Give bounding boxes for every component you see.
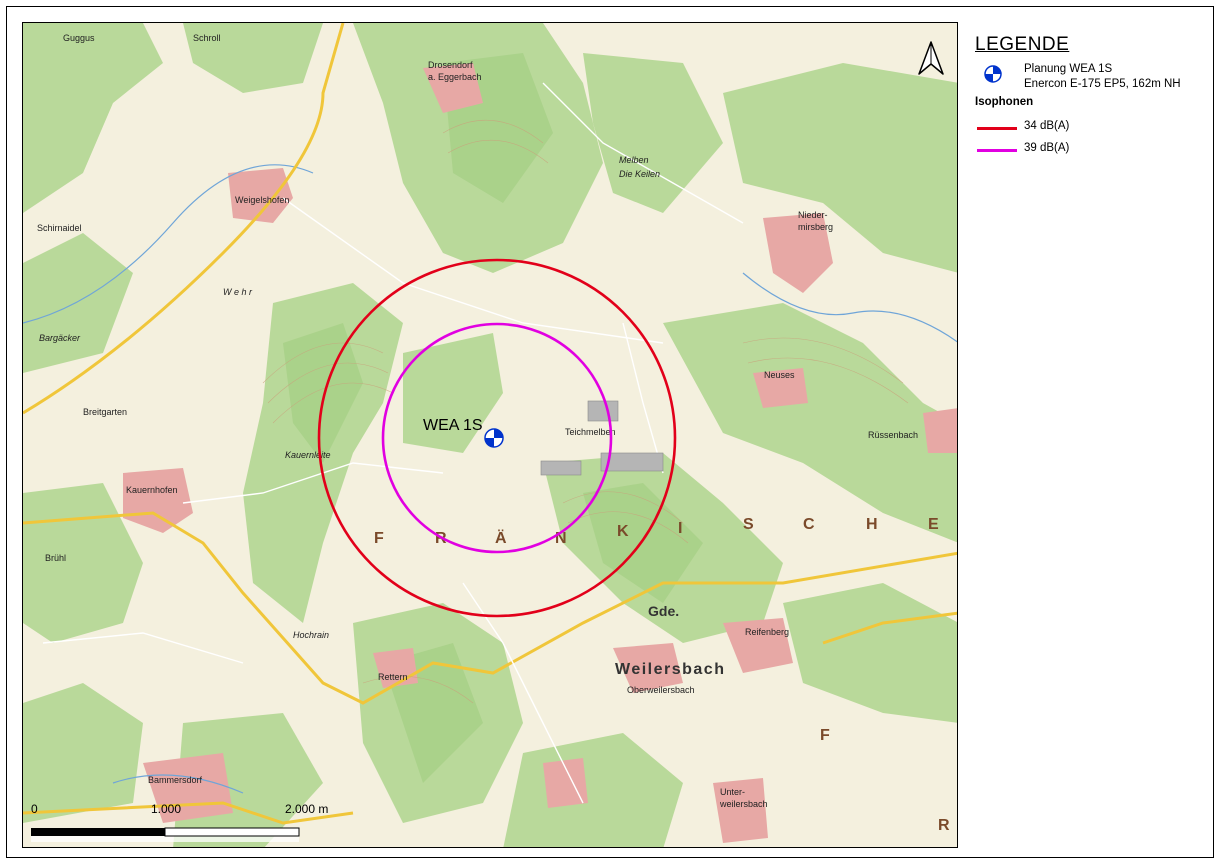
legend-item-34-dba: 34 dB(A): [975, 120, 1210, 136]
place-russenbach: Rüssenbach: [868, 430, 918, 440]
isophone-39-line-icon: [977, 149, 1017, 152]
place-bruehl: Brühl: [45, 553, 66, 563]
place-schroll: Schroll: [193, 33, 221, 43]
place-drosendorf: Drosendorf: [428, 60, 473, 70]
region-letter: K: [617, 523, 629, 540]
region-letter: F: [820, 727, 830, 744]
place-weigelshofen: Weigelshofen: [235, 195, 289, 205]
topographic-map[interactable]: Weigelshofen Kauernhofen Nieder- mirsber…: [23, 23, 958, 848]
place-unterweilersbach-1: Unter-: [720, 787, 745, 797]
scale-label-0: 0: [31, 802, 38, 816]
legend-item-39-dba: 39 dB(A): [975, 142, 1210, 158]
place-rettern: Rettern: [378, 672, 408, 682]
region-letter: S: [743, 516, 754, 533]
region-letter: F: [374, 530, 384, 547]
place-breitgarten: Breitgarten: [83, 407, 127, 417]
region-letter: H: [866, 516, 878, 533]
region-letter: I: [678, 520, 682, 537]
legend-item-wea: Planung WEA 1S Enercon E-175 EP5, 162m N…: [975, 62, 1210, 96]
legend-isophones-heading: Isophonen: [975, 96, 1034, 108]
place-reifenberg: Reifenberg: [745, 627, 789, 637]
place-bargaecker: Bargäcker: [39, 333, 81, 343]
isophone-34-line-icon: [977, 127, 1017, 130]
region-letter: Ä: [495, 529, 507, 547]
place-guggus: Guggus: [63, 33, 95, 43]
place-neuses: Neuses: [764, 370, 795, 380]
region-letter: E: [928, 516, 939, 533]
place-niedermirsberg-2: mirsberg: [798, 222, 833, 232]
legend-title: LEGENDE: [975, 34, 1070, 55]
place-hochrain: Hochrain: [293, 630, 329, 640]
turbine-label: WEA 1S: [423, 417, 483, 434]
legend-39-dba-label: 39 dB(A): [1024, 142, 1070, 154]
legend-wea-label: Planung WEA 1S: [1024, 63, 1113, 75]
place-kauernleite: Kauernleite: [285, 450, 331, 460]
legend-34-dba-label: 34 dB(A): [1024, 120, 1070, 132]
region-letter: R: [938, 817, 950, 834]
north-arrow-icon: [918, 41, 944, 75]
legend-wea-model: Enercon E-175 EP5, 162m NH: [1024, 78, 1181, 90]
place-schirnaidel: Schirnaidel: [37, 223, 82, 233]
label-gde: Gde.: [648, 603, 679, 619]
wind-turbine-icon: [984, 65, 1002, 83]
place-unterweilersbach-2: weilersbach: [719, 799, 768, 809]
place-teichmelben: Teichmelben: [565, 427, 616, 437]
place-eggerbach: a. Eggerbach: [428, 72, 482, 82]
place-bammersdorf: Bammersdorf: [148, 775, 203, 785]
map-frame[interactable]: Weigelshofen Kauernhofen Nieder- mirsber…: [22, 22, 958, 848]
scale-label-1000: 1.000: [151, 802, 181, 816]
place-wehr: W e h r: [223, 287, 253, 297]
region-letter: C: [803, 516, 815, 533]
label-weilersbach: Weilersbach: [615, 661, 725, 678]
place-oberweilersbach: Oberweilersbach: [627, 685, 695, 695]
place-niedermirsberg-1: Nieder-: [798, 210, 828, 220]
wea-1s-turbine-symbol[interactable]: [484, 428, 504, 448]
place-kauernhofen: Kauernhofen: [126, 485, 178, 495]
scale-label-2000: 2.000 m: [285, 802, 328, 816]
place-melben: Melben: [619, 155, 649, 165]
place-die-keilen: Die Keilen: [619, 169, 660, 179]
